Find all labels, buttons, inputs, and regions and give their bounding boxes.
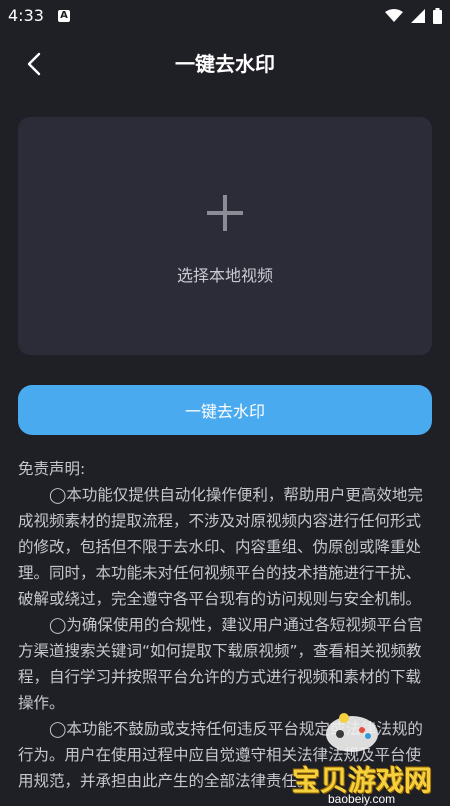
notification-a-icon: A [58,10,70,22]
video-upload-area[interactable]: 选择本地视频 [18,117,432,355]
status-bar: 4:33 A [0,0,450,32]
status-icons [385,8,442,24]
disclaimer-title: 免责声明: [18,460,86,478]
gamepad-logo-icon [326,713,378,752]
remove-watermark-button[interactable]: 一键去水印 [18,385,432,435]
signal-icon [411,9,425,23]
disclaimer-paragraph: ◯本功能仅提供自动化操作便利，帮助用户更高效地完成视频素材的提取流程，不涉及对原… [18,486,423,608]
watermark-domain: baobeiy.com [328,792,396,806]
upload-label: 选择本地视频 [176,266,273,285]
wifi-icon [385,9,403,22]
plus-icon [207,195,243,231]
page-title: 一键去水印 [175,52,275,76]
battery-icon [433,8,442,24]
header: 一键去水印 [0,34,450,94]
status-time: 4:33 [8,6,44,25]
site-watermark: 宝贝游戏网 baobeiy.com [272,700,450,806]
